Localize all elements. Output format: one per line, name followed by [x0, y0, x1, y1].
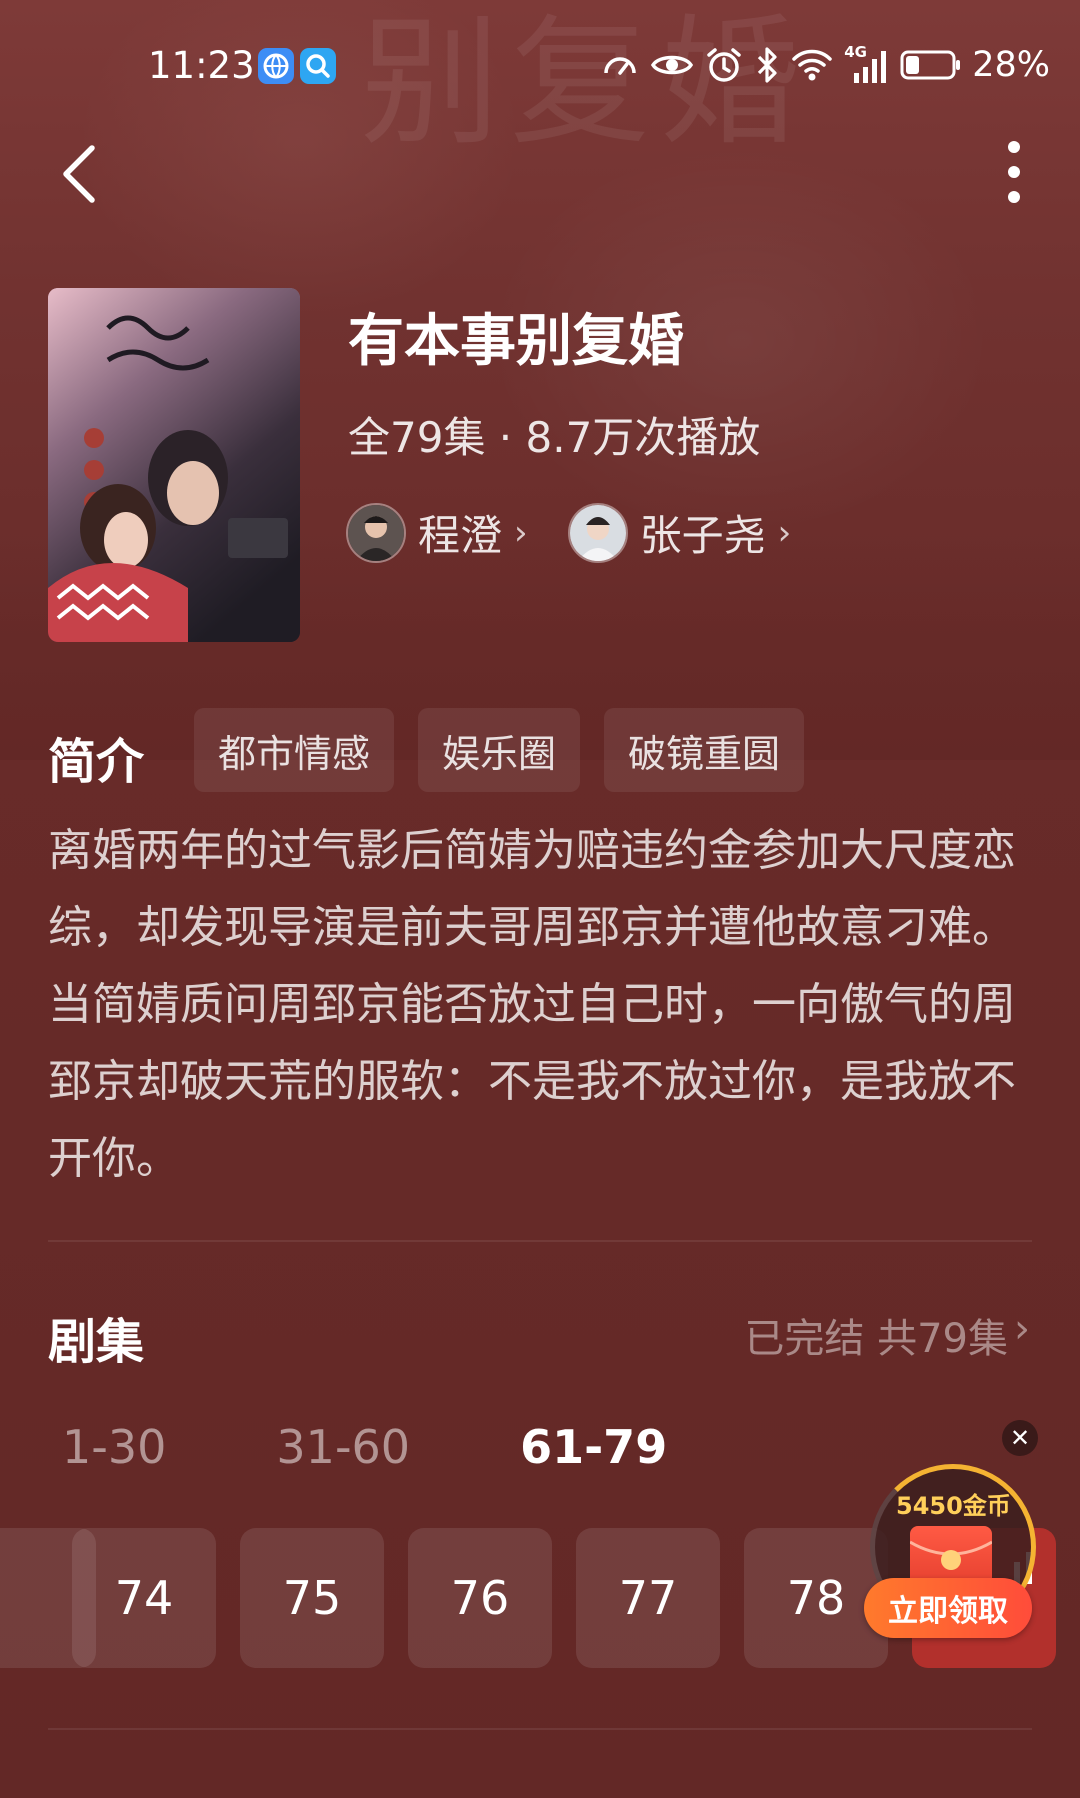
- search-app-icon: [300, 48, 336, 84]
- genre-tag[interactable]: 破镜重圆: [604, 708, 805, 792]
- episode-button[interactable]: 74: [72, 1528, 216, 1668]
- episodes-status-link[interactable]: 已完结 共79集 ›: [744, 1306, 1030, 1364]
- divider: [48, 1728, 1032, 1730]
- bluetooth-icon: [758, 47, 777, 83]
- coin-amount: 5450金币: [896, 1492, 1011, 1520]
- drama-poster[interactable]: [48, 288, 300, 642]
- avatar: [346, 502, 406, 563]
- more-options-button[interactable]: [1000, 140, 1028, 210]
- cast-member[interactable]: 张子尧 ›: [567, 502, 792, 563]
- cast-member[interactable]: 程澄 ›: [346, 502, 528, 563]
- chevron-right-icon: ›: [1014, 1306, 1030, 1352]
- drama-meta: 全79集 · 8.7万次播放: [348, 413, 761, 462]
- genre-tag[interactable]: 都市情感: [194, 708, 395, 792]
- battery-percent: 28%: [972, 45, 1050, 85]
- tab-range-1-30[interactable]: 1-30: [62, 1420, 166, 1474]
- cast-name: 张子尧: [639, 511, 766, 560]
- episode-button[interactable]: 75: [240, 1528, 384, 1668]
- episode-range-tabs: 1-30 31-60 61-79: [62, 1420, 667, 1474]
- back-button[interactable]: [56, 140, 108, 208]
- episode-button[interactable]: 77: [576, 1528, 720, 1668]
- intro-heading: 简介: [48, 734, 145, 790]
- episodes-status: 已完结 共79集: [744, 1316, 1008, 1362]
- synopsis-text: 离婚两年的过气影后简婧为赔违约金参加大尺度恋综，却发现导演是前夫哥周郅京并遭他故…: [48, 825, 1016, 1184]
- claim-reward-button[interactable]: 立即领取: [864, 1578, 1032, 1638]
- alarm-icon: [707, 48, 741, 82]
- eye-icon: [651, 55, 694, 75]
- status-bar: 11:23 4G 28%: [0, 0, 1080, 140]
- battery-icon: [900, 50, 961, 80]
- drama-title: 有本事别复婚: [348, 309, 684, 374]
- browser-app-icon: [258, 48, 294, 84]
- tab-range-31-60[interactable]: 31-60: [276, 1420, 410, 1474]
- chevron-right-icon: ›: [514, 512, 528, 553]
- cast-list: 程澄 › 张子尧 ›: [346, 502, 791, 563]
- episode-button[interactable]: 76: [408, 1528, 552, 1668]
- coin-reward-widget[interactable]: ✕ 5450金币 立即领取: [862, 1420, 1062, 1650]
- divider: [48, 1240, 1032, 1242]
- wifi-icon: [792, 49, 832, 81]
- tab-range-61-79[interactable]: 61-79: [520, 1420, 667, 1474]
- chevron-left-icon: [63, 145, 95, 203]
- poster-artwork: [48, 288, 300, 642]
- episodes-heading: 剧集: [48, 1314, 145, 1370]
- signal-icon: 4G: [844, 43, 890, 85]
- more-vertical-icon: [1008, 141, 1020, 203]
- avatar: [567, 502, 628, 563]
- speedometer-icon: [604, 57, 636, 75]
- chevron-right-icon: ›: [777, 512, 792, 553]
- close-icon[interactable]: ✕: [1002, 1420, 1038, 1456]
- cast-name: 程澄: [418, 511, 503, 560]
- tag-list: 都市情感 娱乐圈 破镜重圆: [194, 708, 805, 792]
- status-icons: 4G 28%: [600, 40, 1050, 90]
- status-time: 11:23: [148, 44, 255, 87]
- genre-tag[interactable]: 娱乐圈: [418, 708, 581, 792]
